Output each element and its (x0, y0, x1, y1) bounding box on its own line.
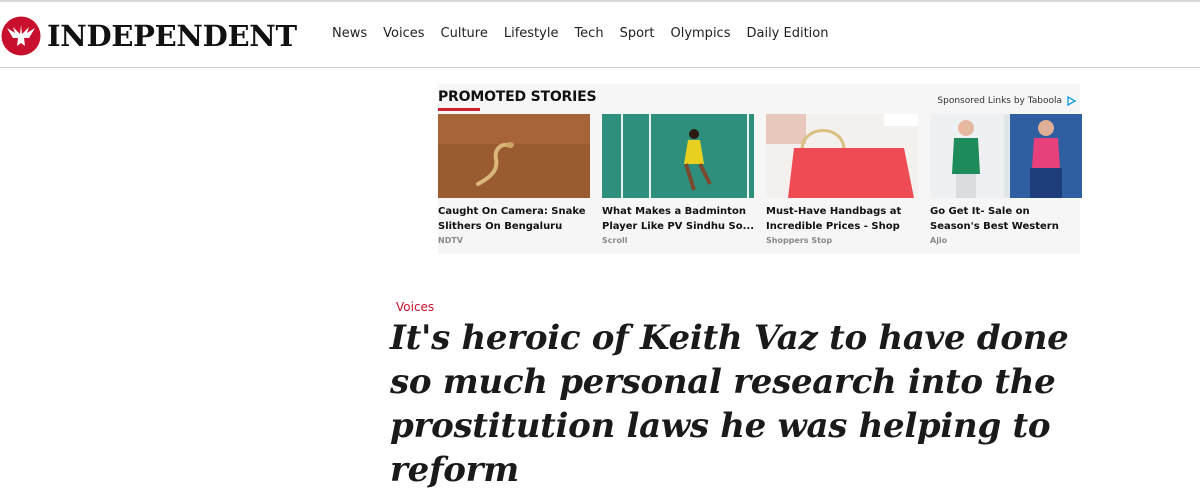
sponsored-links[interactable]: Sponsored Links by Taboola (937, 96, 1076, 106)
nav-culture[interactable]: Culture (441, 24, 488, 44)
nav-lifestyle[interactable]: Lifestyle (504, 24, 559, 44)
promoted-stories-title: PROMOTED STORIES (438, 89, 597, 105)
promo-source: NDTV (438, 236, 463, 245)
site-header: INDEPENDENT News Voices Culture Lifestyl… (0, 2, 1200, 68)
nav-tech[interactable]: Tech (574, 24, 603, 44)
promo-card-snake[interactable]: Caught On Camera: Snake Slithers On Beng… (438, 114, 590, 245)
promo-source: Ajio (930, 236, 948, 245)
nav-sport[interactable]: Sport (620, 24, 655, 44)
promo-card-badminton[interactable]: What Makes a Badminton Player Like PV Si… (602, 114, 754, 245)
promoted-underline (438, 108, 480, 111)
promo-headline: Must-Have Handbags at Incredible Prices … (766, 206, 902, 232)
eagle-logo-icon (1, 16, 41, 56)
promo-card-handbags[interactable]: Must-Have Handbags at Incredible Prices … (766, 114, 918, 245)
promo-source: Scroll (602, 236, 628, 245)
promo-image-outfits (930, 114, 1082, 198)
sponsor-label: Sponsored Links by Taboola (937, 96, 1062, 106)
article-headline: It's heroic of Keith Vaz to have done so… (390, 318, 1069, 488)
article-section-label[interactable]: Voices (396, 300, 434, 314)
promo-card-outfits[interactable]: Go Get It- Sale on Season's Best Western… (930, 114, 1082, 245)
promo-headline: What Makes a Badminton Player Like PV Si… (602, 206, 754, 232)
taboola-icon (1067, 96, 1076, 106)
nav-daily-edition[interactable]: Daily Edition (746, 24, 828, 44)
promo-image-handbag (766, 114, 918, 198)
site-logo[interactable]: INDEPENDENT (1, 16, 297, 56)
promoted-stories: PROMOTED STORIES Sponsored Links by Tabo… (438, 84, 1082, 254)
promo-image-badminton (602, 114, 754, 198)
nav-olympics[interactable]: Olympics (670, 24, 730, 44)
promo-image-snake (438, 114, 590, 198)
nav-news[interactable]: News (332, 24, 367, 44)
promo-headline: Go Get It- Sale on Season's Best Western… (930, 206, 1059, 232)
main-nav: News Voices Culture Lifestyle Tech Sport… (332, 24, 845, 44)
promo-source: Shoppers Stop (766, 236, 833, 245)
promo-headline: Caught On Camera: Snake Slithers On Beng… (438, 206, 586, 232)
nav-voices[interactable]: Voices (383, 24, 424, 44)
logo-wordmark: INDEPENDENT (47, 19, 297, 53)
